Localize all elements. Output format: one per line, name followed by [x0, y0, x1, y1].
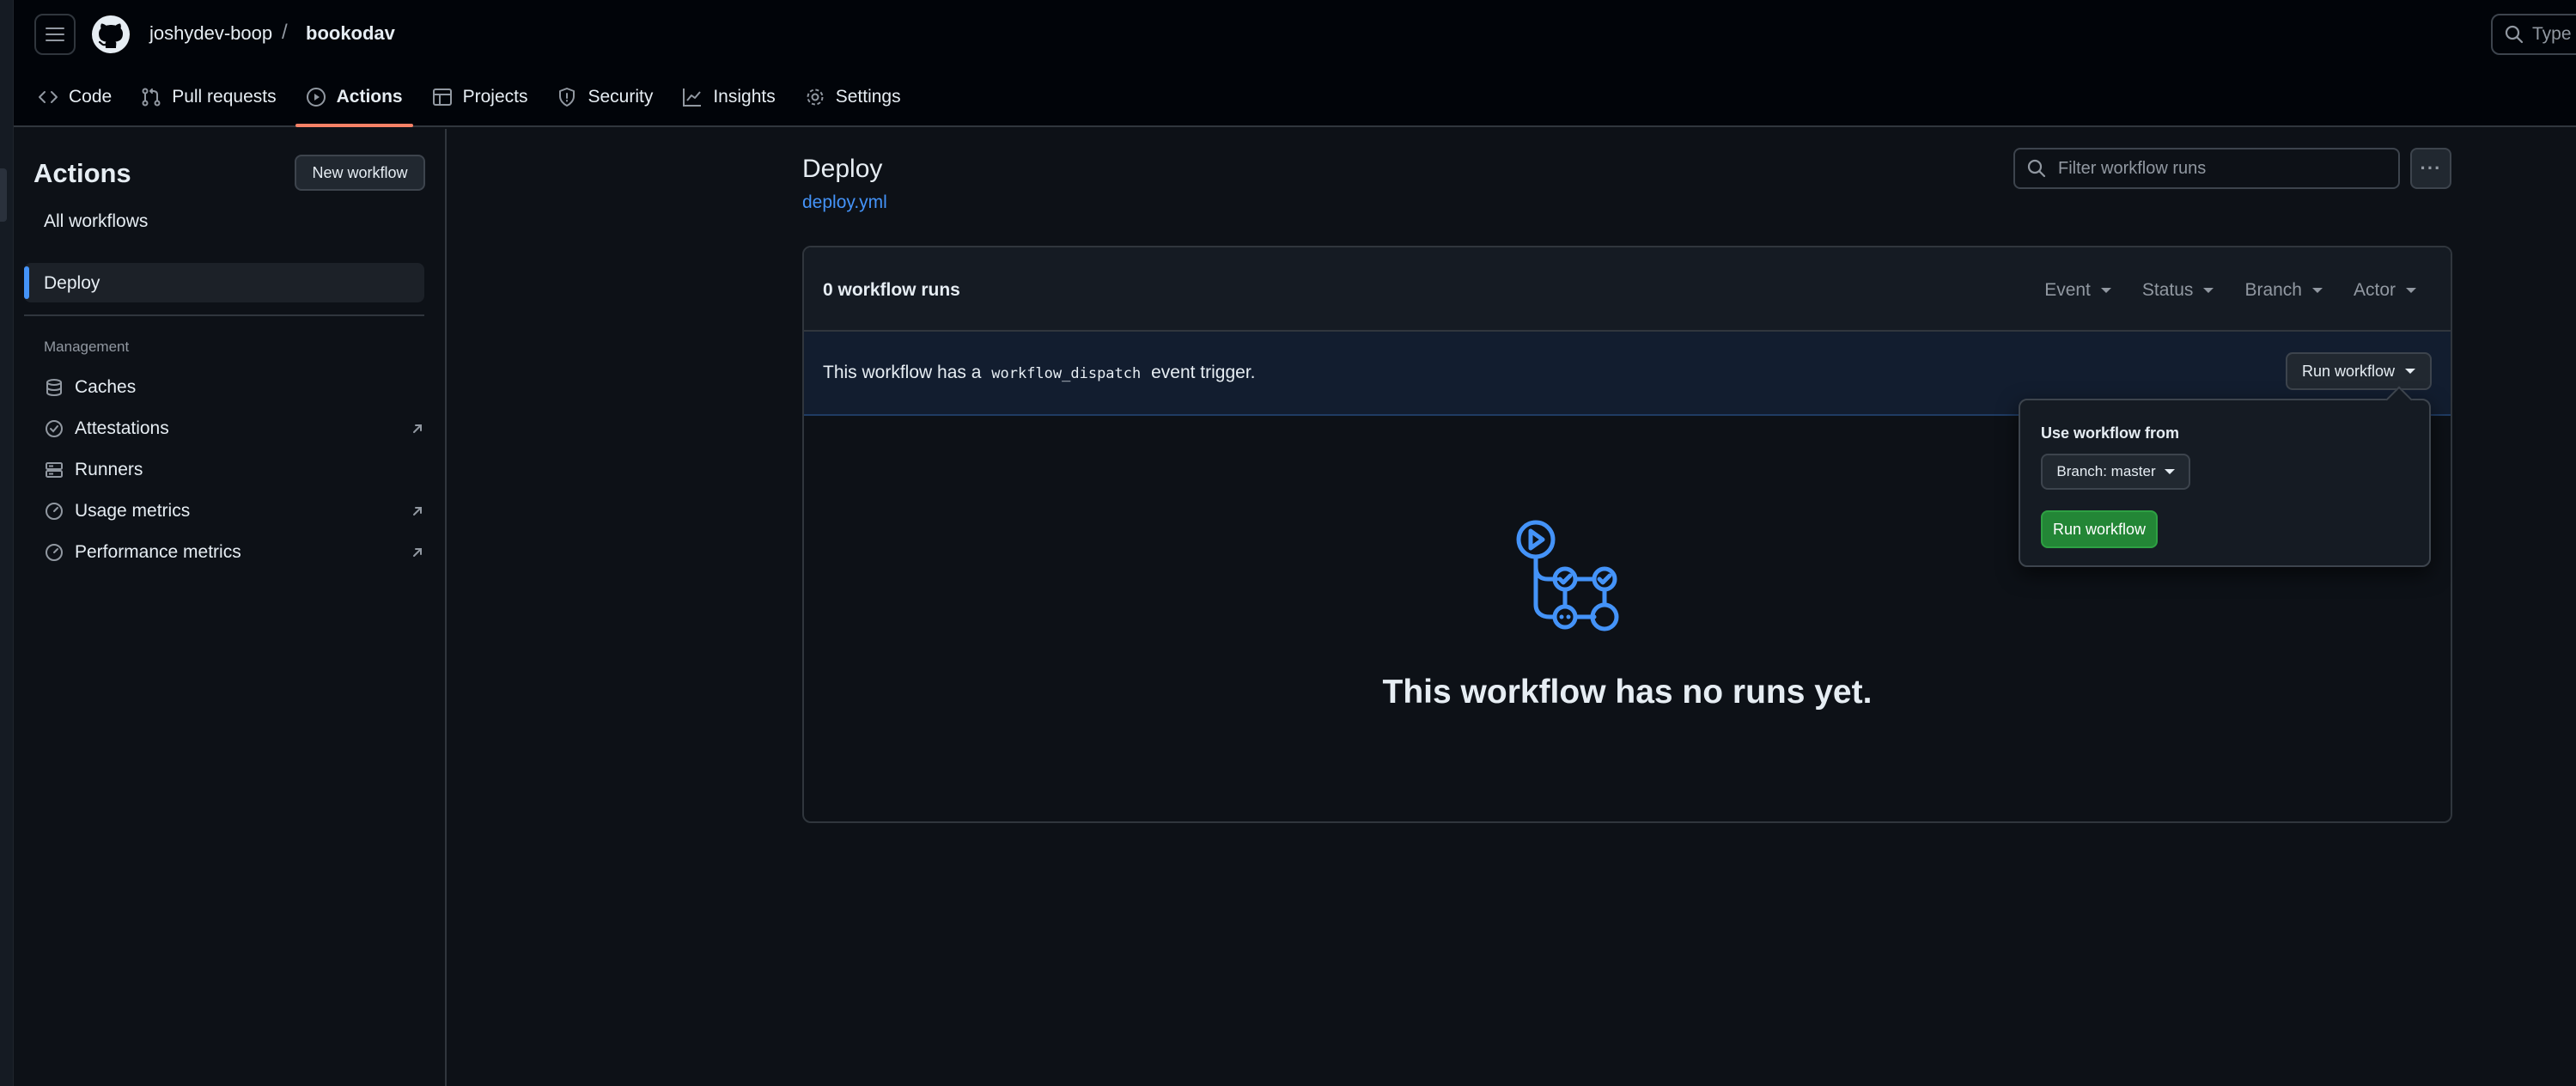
sidebar-item-all-workflows[interactable]: All workflows — [44, 211, 148, 232]
tab-code[interactable]: Code — [27, 76, 122, 119]
gear-icon — [807, 88, 824, 106]
collapse-handle[interactable] — [0, 168, 7, 222]
runs-count: 0 workflow runs — [823, 280, 960, 300]
tab-projects-label: Projects — [462, 87, 528, 107]
search-icon — [2505, 25, 2524, 44]
sidebar-item-deploy-label: Deploy — [44, 273, 100, 293]
sidebar-item-performance-metrics[interactable]: Performance metrics — [44, 538, 427, 567]
sidebar-item-caches[interactable]: Caches — [44, 373, 427, 402]
run-workflow-dropdown-button[interactable]: Run workflow — [2286, 352, 2432, 390]
filter-branch-dropdown[interactable]: Branch — [2244, 280, 2323, 301]
external-link-icon — [413, 548, 422, 557]
branch-select-button[interactable]: Branch: master — [2041, 454, 2190, 490]
github-logo-icon[interactable] — [91, 15, 131, 54]
runs-header: 0 workflow runs Event Status Branch Acto… — [804, 247, 2451, 332]
breadcrumb-separator: / — [282, 21, 288, 44]
filter-event-dropdown[interactable]: Event — [2044, 280, 2111, 301]
tab-projects[interactable]: Projects — [422, 76, 539, 119]
dispatch-prefix: This workflow has a — [823, 363, 982, 382]
filter-placeholder: Filter workflow runs — [2058, 158, 2207, 178]
dispatch-code: workflow_dispatch — [991, 365, 1142, 382]
server-icon — [44, 460, 64, 480]
sidebar-divider — [24, 314, 424, 316]
page: joshydev-boop / bookodav Type Code Pull … — [0, 0, 2576, 1086]
global-search-placeholder: Type — [2532, 24, 2572, 44]
tab-code-label: Code — [69, 87, 113, 107]
tab-security[interactable]: Security — [546, 76, 663, 119]
tab-actions[interactable]: Actions — [295, 76, 413, 127]
sidebar-item-attestations-label: Attestations — [75, 418, 169, 438]
tab-security-label: Security — [588, 87, 654, 107]
workflow-title: Deploy — [802, 155, 883, 183]
sidebar-item-attestations[interactable]: Attestations — [44, 414, 427, 443]
external-link-icon — [413, 507, 422, 516]
run-workflow-popover: Use workflow from Branch: master Run wor… — [2019, 399, 2431, 567]
left-edge-strip — [0, 0, 14, 1086]
meter-icon — [44, 542, 64, 563]
verified-icon — [44, 418, 64, 439]
breadcrumb-repo[interactable]: bookodav — [306, 22, 395, 45]
hamburger-icon — [46, 27, 64, 41]
sidebar-item-usage-metrics[interactable]: Usage metrics — [44, 497, 427, 526]
filter-status-dropdown[interactable]: Status — [2142, 280, 2214, 301]
sidebar-item-runners[interactable]: Runners — [44, 455, 427, 485]
filter-actor-dropdown[interactable]: Actor — [2354, 280, 2416, 301]
breadcrumb-owner[interactable]: joshydev-boop — [149, 22, 272, 45]
tab-pull-requests[interactable]: Pull requests — [131, 76, 286, 119]
search-icon — [2027, 159, 2046, 178]
tab-settings-label: Settings — [835, 87, 901, 107]
meter-icon — [44, 501, 64, 522]
dispatch-text: This workflow has a workflow_dispatch ev… — [823, 363, 1256, 383]
new-workflow-button[interactable]: New workflow — [295, 155, 425, 191]
workflow-file-link[interactable]: deploy.yml — [802, 192, 887, 213]
use-workflow-from-label: Use workflow from — [2041, 424, 2180, 442]
shield-icon — [559, 88, 575, 107]
global-search-input[interactable]: Type — [2491, 14, 2576, 55]
tab-pull-requests-label: Pull requests — [172, 87, 277, 107]
sidebar-item-performance-metrics-label: Performance metrics — [75, 542, 241, 562]
tab-settings[interactable]: Settings — [795, 76, 911, 119]
kebab-icon: ··· — [2420, 157, 2442, 179]
dispatch-suffix: event trigger. — [1151, 363, 1256, 382]
sidebar-item-runners-label: Runners — [75, 460, 143, 479]
active-indicator — [24, 266, 29, 299]
database-icon — [44, 377, 64, 398]
empty-state-message: This workflow has no runs yet. — [1382, 674, 1873, 711]
management-heading: Management — [44, 339, 130, 355]
sidebar-title: Actions — [33, 158, 131, 188]
repo-tabs: Code Pull requests Actions Projects Secu… — [27, 76, 920, 127]
menu-button[interactable] — [34, 14, 76, 55]
table-icon — [432, 88, 452, 106]
pull-request-icon — [142, 88, 161, 107]
play-icon — [306, 88, 326, 107]
tab-actions-label: Actions — [336, 87, 403, 107]
sidebar-item-caches-label: Caches — [75, 377, 137, 397]
run-workflow-button[interactable]: Run workflow — [2041, 510, 2158, 548]
more-options-button[interactable]: ··· — [2410, 148, 2451, 189]
workflow-graph-icon — [1516, 520, 1619, 631]
code-icon — [39, 91, 58, 103]
tab-insights-label: Insights — [713, 87, 776, 107]
sidebar-item-usage-metrics-label: Usage metrics — [75, 501, 191, 521]
tab-insights[interactable]: Insights — [672, 76, 785, 119]
repo-header: joshydev-boop / bookodav Type Code Pull … — [14, 0, 2576, 127]
graph-icon — [683, 88, 702, 107]
filter-workflow-runs-input[interactable]: Filter workflow runs — [2013, 148, 2400, 189]
external-link-icon — [413, 424, 422, 433]
actions-sidebar: Actions New workflow All workflows Deplo… — [14, 129, 447, 1086]
run-filters: Event Status Branch Actor — [2044, 280, 2416, 301]
